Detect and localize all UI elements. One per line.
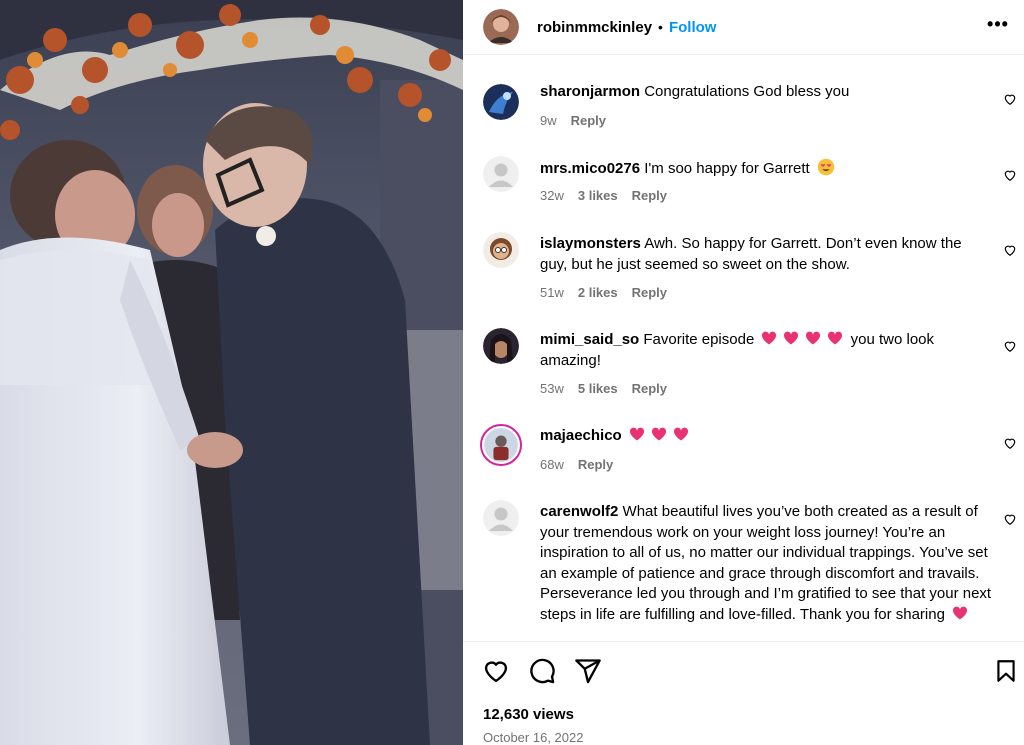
more-options-icon[interactable]: ••• bbox=[984, 10, 1012, 38]
pink-heart-emoji-icon bbox=[762, 331, 777, 345]
comment-username[interactable]: sharonjarmon bbox=[540, 83, 640, 100]
comment-meta: 51w 2 likes Reply bbox=[540, 285, 667, 300]
comment-text: mimi_said_so Favorite episode you two lo… bbox=[540, 330, 992, 371]
view-count: 12,630 views bbox=[483, 706, 574, 723]
comment-body: I'm soo happy for Garrett bbox=[644, 160, 810, 177]
comment-meta: 68w Reply bbox=[540, 457, 613, 472]
heart-outline-icon bbox=[484, 661, 508, 683]
share-button[interactable] bbox=[573, 656, 603, 686]
wedding-photo bbox=[0, 0, 463, 745]
comment-time[interactable]: 9w bbox=[540, 113, 557, 128]
reply-button[interactable]: Reply bbox=[632, 188, 667, 203]
reply-button[interactable]: Reply bbox=[632, 381, 667, 396]
heart-eyes-emoji-icon bbox=[817, 158, 835, 176]
comment-body: What beautiful lives you’ve both created… bbox=[540, 503, 992, 623]
save-button[interactable] bbox=[991, 656, 1021, 686]
comment-text: islaymonsters Awh. So happy for Garrett.… bbox=[540, 234, 992, 275]
comment-time[interactable]: 51w bbox=[540, 285, 564, 300]
follow-button[interactable]: Follow bbox=[669, 19, 717, 36]
comment-like-icon[interactable] bbox=[1003, 512, 1017, 526]
separator-dot: • bbox=[658, 19, 663, 35]
comment-username[interactable]: mrs.mico0276 bbox=[540, 160, 640, 177]
comment-body: Congratulations God bless you bbox=[644, 83, 850, 100]
comment-meta: 32w 3 likes Reply bbox=[540, 188, 667, 203]
pink-heart-emoji-icon bbox=[629, 427, 644, 441]
paper-plane-icon bbox=[575, 659, 601, 684]
comment-text: majaechico bbox=[540, 426, 992, 447]
comment-like-icon[interactable] bbox=[1003, 168, 1017, 182]
like-button[interactable] bbox=[481, 656, 511, 686]
comment-meta: 9w Reply bbox=[540, 113, 606, 128]
pink-heart-emoji-icon bbox=[673, 427, 688, 441]
comment-time[interactable]: 32w bbox=[540, 188, 564, 203]
reply-button[interactable]: Reply bbox=[571, 113, 606, 128]
comment-text: sharonjarmon Congratulations God bless y… bbox=[540, 82, 992, 103]
pink-heart-emoji-icon bbox=[953, 606, 968, 619]
comment-username[interactable]: majaechico bbox=[540, 427, 622, 444]
author-username[interactable]: robinmmckinley bbox=[537, 19, 652, 36]
reply-button[interactable]: Reply bbox=[632, 285, 667, 300]
commenter-avatar[interactable] bbox=[483, 156, 519, 192]
speech-bubble-icon bbox=[530, 658, 555, 684]
pink-heart-emoji-icon bbox=[651, 427, 666, 441]
post-date[interactable]: October 16, 2022 bbox=[483, 730, 583, 745]
comment-like-icon[interactable] bbox=[1003, 243, 1017, 257]
author-avatar[interactable] bbox=[483, 9, 519, 45]
comment-button[interactable] bbox=[527, 656, 557, 686]
pink-heart-emoji-icon bbox=[784, 331, 799, 345]
comment-like-icon[interactable] bbox=[1003, 92, 1017, 106]
comment-like-icon[interactable] bbox=[1003, 436, 1017, 450]
reply-button[interactable]: Reply bbox=[578, 457, 613, 472]
commenter-avatar[interactable] bbox=[483, 328, 519, 364]
comment-body-start: Favorite episode bbox=[643, 331, 755, 348]
comment-meta: 53w 5 likes Reply bbox=[540, 381, 667, 396]
pink-heart-emoji-icon bbox=[806, 331, 821, 345]
comment-time[interactable]: 53w bbox=[540, 381, 564, 396]
comment-username[interactable]: islaymonsters bbox=[540, 235, 641, 252]
pink-heart-emoji-icon bbox=[828, 331, 843, 345]
post-header: robinmmckinley • Follow ••• bbox=[463, 0, 1024, 55]
comments-list[interactable]: sharonjarmon Congratulations God bless y… bbox=[463, 56, 1024, 641]
comment-likes[interactable]: 5 likes bbox=[578, 381, 618, 396]
comment-like-icon[interactable] bbox=[1003, 339, 1017, 353]
commenter-avatar[interactable] bbox=[483, 232, 519, 268]
commenter-avatar[interactable] bbox=[483, 84, 519, 120]
commenter-avatar-story-ring[interactable] bbox=[480, 424, 522, 466]
comment-likes[interactable]: 3 likes bbox=[578, 188, 618, 203]
comment-text: mrs.mico0276 I'm soo happy for Garrett bbox=[540, 158, 992, 180]
comment-time[interactable]: 68w bbox=[540, 457, 564, 472]
post-media[interactable] bbox=[0, 0, 463, 745]
comment-username[interactable]: carenwolf2 bbox=[540, 503, 618, 520]
comment-likes[interactable]: 2 likes bbox=[578, 285, 618, 300]
bookmark-icon bbox=[997, 660, 1015, 682]
post-side-panel: robinmmckinley • Follow ••• sharonjarmon… bbox=[463, 0, 1024, 745]
comment-text: carenwolf2 What beautiful lives you’ve b… bbox=[540, 502, 992, 625]
commenter-avatar[interactable] bbox=[483, 500, 519, 536]
post-actions-bar: 12,630 views October 16, 2022 bbox=[463, 641, 1024, 745]
comment-username[interactable]: mimi_said_so bbox=[540, 331, 639, 348]
